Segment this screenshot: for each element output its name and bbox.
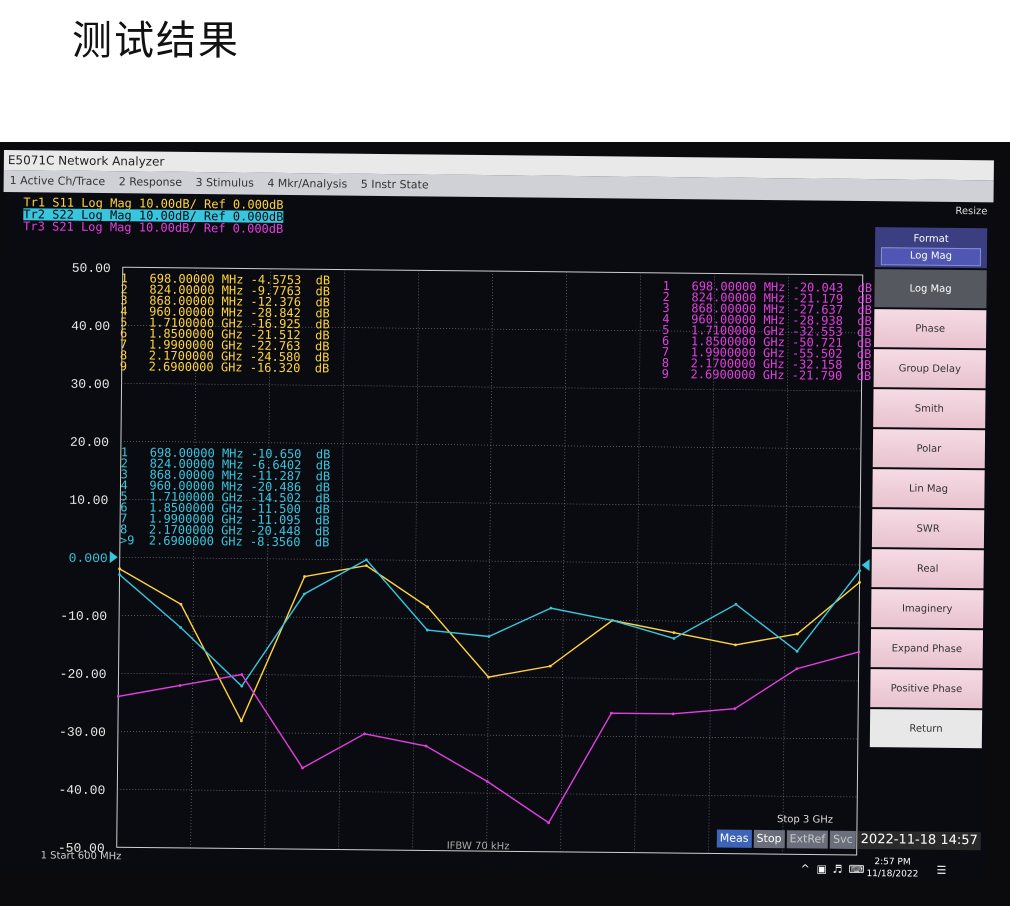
heading: 测试结果 (72, 18, 240, 64)
taskbar-time: 2:57 PM (874, 857, 911, 868)
softkey-return[interactable]: Return (869, 709, 983, 749)
softkey-imaginery[interactable]: Imaginery (871, 589, 984, 629)
stop-frequency: Stop 3 GHz (776, 814, 834, 826)
marker-table-s22: 1 698.00000 MHz -10.650 dB 2 824.00000 MH… (119, 445, 331, 550)
menu-item[interactable]: 4 Mkr/Analysis (267, 177, 347, 191)
marker-table-s11: 1 698.00000 MHz -4.5753 dB 2 824.00000 MH… (119, 271, 331, 376)
marker-row: 9 2.6900000 GHz -21.790 dB (661, 366, 872, 384)
windows-taskbar: ^ ▣ ♬ ⌨ 2:57 PM 11/18/2022 ☰ (786, 853, 986, 885)
softkey-group-delay[interactable]: Group Delay (873, 349, 986, 389)
softkey-header-value: Log Mag (880, 247, 982, 267)
start-frequency: 1 Start 600 MHz (40, 850, 122, 863)
y-tick-label: -20.00 (60, 667, 107, 682)
y-tick-label: 40.00 (71, 319, 110, 334)
y-tick-label: 0.000 (69, 551, 108, 566)
status-datetime: 2022-11-18 14:57 (857, 830, 981, 851)
network-icon[interactable]: ▣ (816, 863, 827, 876)
ifbw-label: IFBW 70 kHz (446, 840, 510, 853)
trace-label-s21[interactable]: Tr3 S21 Log Mag 10.00dB/ Ref 0.000dB (23, 219, 283, 236)
notification-icon[interactable]: ☰ (936, 864, 946, 877)
softkey-phase[interactable]: Phase (873, 309, 987, 349)
softkey-log-mag[interactable]: Log Mag (874, 269, 987, 309)
menu-item[interactable]: 1 Active Ch/Trace (10, 174, 106, 188)
y-tick-label: 30.00 (70, 377, 109, 392)
softkey-positive-phase[interactable]: Positive Phase (870, 669, 983, 709)
analyzer-screen: E5071C Network Analyzer 1 Active Ch/Trac… (0, 150, 994, 881)
status-extref[interactable]: ExtRef (786, 830, 829, 849)
trace-list: Tr1 S11 Log Mag 10.00dB/ Ref 0.000dB Tr2… (23, 195, 283, 236)
softkey-header-title: Format (913, 233, 949, 245)
menu-item[interactable]: 5 Instr State (361, 178, 429, 192)
y-tick-label: -10.00 (60, 609, 107, 624)
status-bar: Meas Stop ExtRef Svc 2022-11-18 14:57 (716, 829, 983, 851)
softkey-real[interactable]: Real (871, 549, 984, 589)
keyboard-icon[interactable]: ⌨ (848, 863, 864, 876)
marker-table-s21: 1 698.00000 MHz -20.043 dB 2 824.00000 MH… (661, 279, 873, 384)
y-tick-label: 20.00 (70, 435, 109, 450)
chevron-up-icon[interactable]: ^ (800, 862, 809, 875)
speaker-icon[interactable]: ♬ (832, 863, 842, 876)
status-meas[interactable]: Meas (716, 829, 752, 848)
taskbar-clock[interactable]: 2:57 PM 11/18/2022 (866, 856, 918, 881)
softkey-header: Format Log Mag (874, 227, 988, 269)
menu-item[interactable]: 2 Response (119, 175, 182, 189)
softkey-polar[interactable]: Polar (872, 429, 986, 469)
y-tick-label: 10.00 (69, 493, 108, 508)
marker-row: 9 2.6900000 GHz -16.320 dB (119, 359, 330, 376)
taskbar-date: 11/18/2022 (866, 869, 919, 880)
y-tick-label: -30.00 (59, 725, 106, 740)
analyzer-photo: E5071C Network Analyzer 1 Active Ch/Trac… (0, 142, 1010, 906)
softkey-lin-mag[interactable]: Lin Mag (872, 469, 985, 509)
menu-item[interactable]: 3 Stimulus (195, 176, 253, 190)
y-tick-label: 50.00 (72, 261, 111, 276)
reference-left-arrow (109, 551, 118, 564)
y-tick-label: -40.00 (58, 783, 105, 798)
softkey-panel: Format Log Mag Log Mag Phase Group Delay… (869, 227, 988, 749)
marker-row: >9 2.6900000 GHz -8.3560 dB (119, 533, 330, 550)
resize-label[interactable]: Resize (955, 206, 987, 217)
status-stop[interactable]: Stop (753, 829, 785, 849)
softkey-smith[interactable]: Smith (873, 389, 986, 429)
status-svc[interactable]: Svc (830, 830, 856, 849)
reference-right-arrow (861, 559, 870, 572)
softkey-expand-phase[interactable]: Expand Phase (870, 629, 984, 669)
softkey-swr[interactable]: SWR (871, 509, 985, 549)
